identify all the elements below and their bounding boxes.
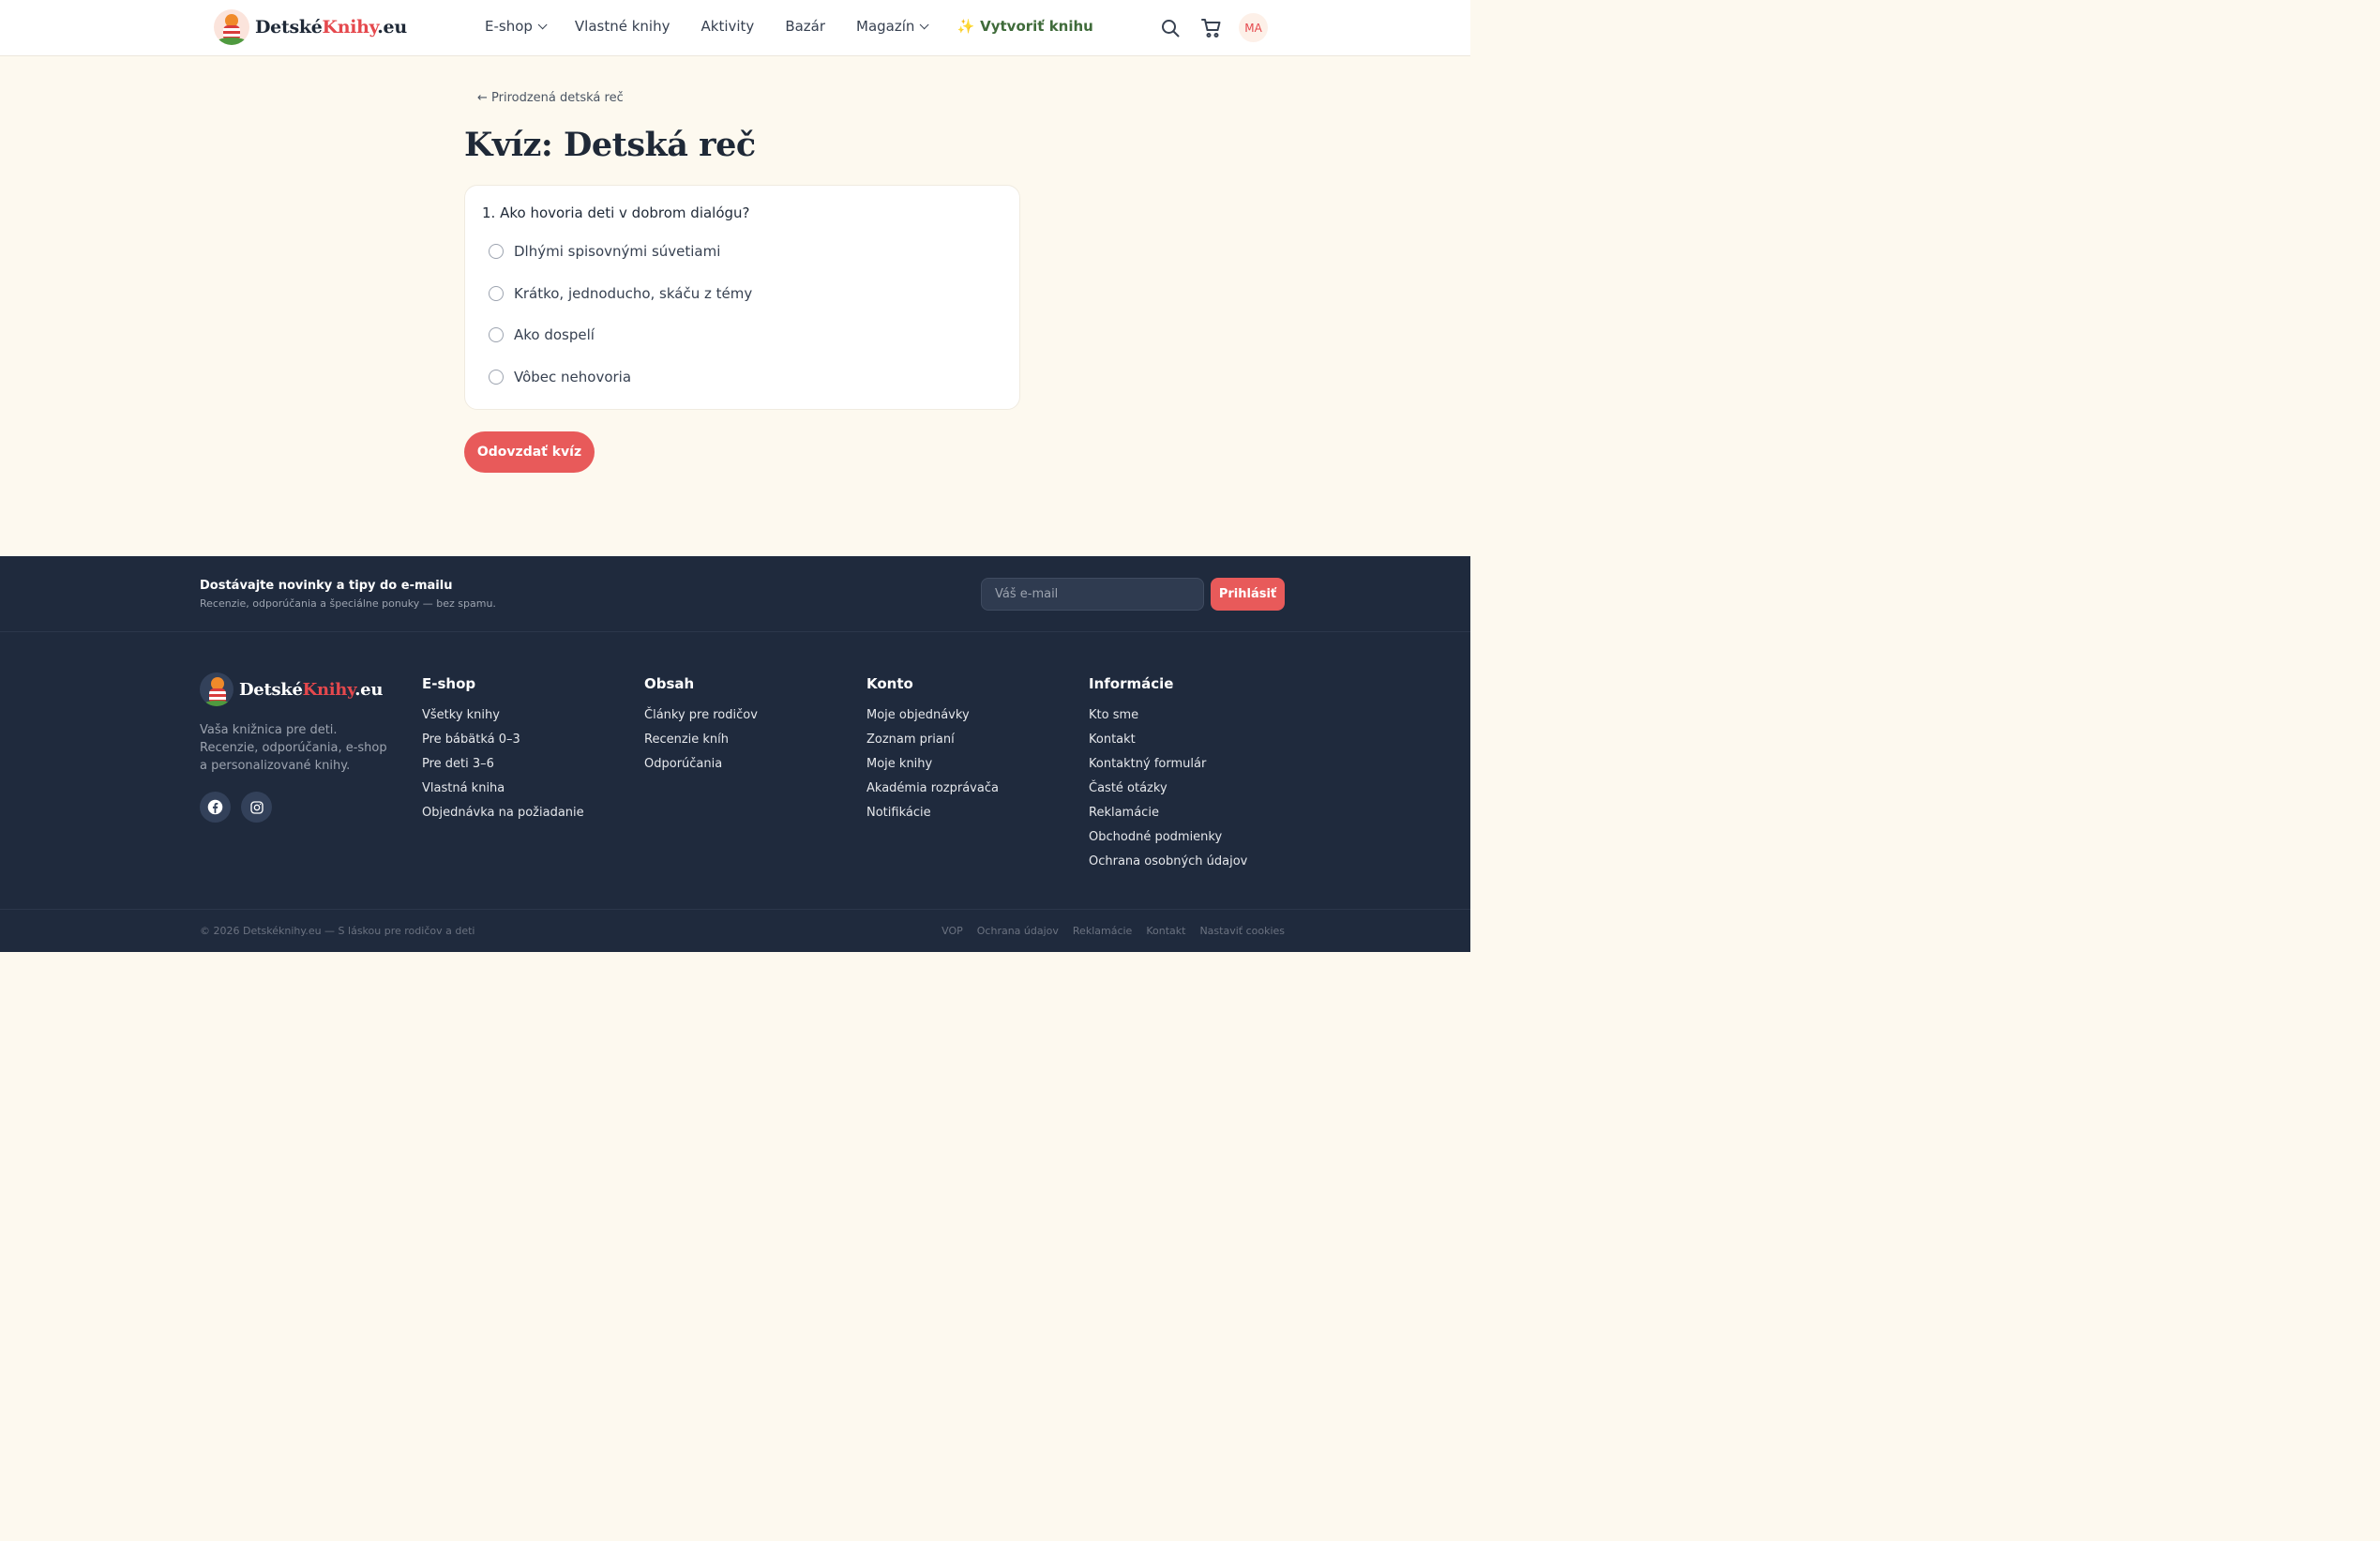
quiz-option-1[interactable]: Dlhými spisovnými súvetiami: [489, 243, 720, 260]
newsletter-subscribe-button[interactable]: Prihlásiť: [1211, 578, 1285, 611]
nav-item-vytvorit-knihu[interactable]: ✨ Vytvoriť knihu: [957, 18, 1092, 35]
quiz-question: 1. Ako hovoria deti v dobrom dialógu?: [482, 204, 750, 221]
footer-column-title: E-shop: [422, 675, 476, 692]
footer-link[interactable]: Reklamácie: [1089, 801, 1247, 825]
footer-link[interactable]: Recenzie kníh: [644, 728, 758, 752]
main-nav: E-shop Vlastné knihy Aktivity Bazár Maga…: [485, 18, 1124, 35]
footer-link[interactable]: Zoznam prianí: [866, 728, 999, 752]
footer-link[interactable]: Pre bábätká 0–3: [422, 728, 584, 752]
footer-link[interactable]: Obchodné podmienky: [1089, 825, 1247, 850]
footer-column-konto: Konto Moje objednávky Zoznam prianí Moje…: [866, 675, 999, 825]
search-icon[interactable]: [1159, 17, 1182, 39]
footer-link[interactable]: Časté otázky: [1089, 777, 1247, 801]
footer-link[interactable]: Odporúčania: [644, 752, 758, 777]
legal-link-kontakt[interactable]: Kontakt: [1146, 925, 1185, 937]
nav-item-eshop[interactable]: E-shop: [485, 18, 548, 35]
legal-link-cookies[interactable]: Nastaviť cookies: [1199, 925, 1285, 937]
footer-divider: [0, 909, 1470, 910]
site-header: DetskéKnihy.eu E-shop Vlastné knihy Akti…: [0, 0, 1470, 56]
footer-column-obsah: Obsah Články pre rodičov Recenzie kníh O…: [644, 675, 758, 777]
site-logo[interactable]: DetskéKnihy.eu: [214, 9, 407, 45]
footer-link[interactable]: Kto sme: [1089, 703, 1247, 728]
quiz-option-3[interactable]: Ako dospelí: [489, 326, 595, 343]
footer-link[interactable]: Ochrana osobných údajov: [1089, 850, 1247, 874]
site-footer: Dostávajte novinky a tipy do e-mailu Rec…: [0, 556, 1470, 952]
chevron-down-icon: [537, 19, 548, 29]
logo-text: DetskéKnihy.eu: [255, 17, 407, 38]
footer-divider: [0, 631, 1470, 632]
footer-column-eshop: E-shop Všetky knihy Pre bábätká 0–3 Pre …: [422, 675, 584, 825]
user-avatar[interactable]: MA: [1239, 13, 1268, 42]
footer-link[interactable]: Kontakt: [1089, 728, 1247, 752]
legal-link-ochrana-udajov[interactable]: Ochrana údajov: [977, 925, 1059, 937]
footer-link[interactable]: Moje objednávky: [866, 703, 999, 728]
footer-logo[interactable]: DetskéKnihy.eu: [200, 672, 383, 706]
footer-column-title: Konto: [866, 675, 913, 692]
quiz-option-4[interactable]: Vôbec nehovoria: [489, 369, 631, 385]
quiz-card: 1. Ako hovoria deti v dobrom dialógu? Dl…: [464, 185, 1020, 410]
radio-button[interactable]: [489, 244, 504, 259]
newsletter-title: Dostávajte novinky a tipy do e-mailu: [200, 579, 453, 593]
footer-link[interactable]: Notifikácie: [866, 801, 999, 825]
sparkles-icon: ✨: [957, 18, 975, 35]
radio-button[interactable]: [489, 286, 504, 301]
radio-button[interactable]: [489, 327, 504, 342]
legal-link-reklamacie[interactable]: Reklamácie: [1073, 925, 1132, 937]
nav-item-magazin[interactable]: Magazín: [856, 18, 930, 35]
footer-link[interactable]: Kontaktný formulár: [1089, 752, 1247, 777]
quiz-option-2[interactable]: Krátko, jednoducho, skáču z témy: [489, 285, 752, 302]
nav-item-bazar[interactable]: Bazár: [785, 18, 825, 35]
footer-column-informacie: Informácie Kto sme Kontakt Kontaktný for…: [1089, 675, 1247, 874]
footer-description: Vaša knižnica pre deti. Recenzie, odporú…: [200, 723, 387, 773]
facebook-icon[interactable]: [200, 792, 231, 823]
radio-button[interactable]: [489, 370, 504, 385]
footer-link[interactable]: Akadémia rozprávača: [866, 777, 999, 801]
chevron-down-icon: [920, 19, 930, 29]
submit-quiz-button[interactable]: Odovzdať kvíz: [464, 431, 595, 473]
legal-link-vop[interactable]: VOP: [941, 925, 963, 937]
footer-link[interactable]: Vlastná kniha: [422, 777, 584, 801]
legal-links: VOP Ochrana údajov Reklamácie Kontakt Na…: [927, 925, 1285, 937]
nav-item-aktivity[interactable]: Aktivity: [701, 18, 755, 35]
footer-link[interactable]: Moje knihy: [866, 752, 999, 777]
footer-link[interactable]: Objednávka na požiadanie: [422, 801, 584, 825]
footer-column-title: Obsah: [644, 675, 695, 692]
logo-mascot-icon: [200, 672, 233, 706]
logo-mascot-icon: [214, 9, 249, 45]
instagram-icon[interactable]: [241, 792, 272, 823]
copyright-text: © 2026 Detskéknihy.eu — S láskou pre rod…: [200, 925, 475, 937]
cart-icon[interactable]: [1200, 17, 1223, 39]
footer-logo-text: DetskéKnihy.eu: [239, 679, 384, 700]
nav-item-vlastne-knihy[interactable]: Vlastné knihy: [575, 18, 670, 35]
back-link[interactable]: ← Prirodzená detská reč: [477, 91, 624, 105]
newsletter-subtitle: Recenzie, odporúčania a špeciálne ponuky…: [200, 597, 496, 610]
footer-link[interactable]: Všetky knihy: [422, 703, 584, 728]
footer-column-title: Informácie: [1089, 675, 1174, 692]
footer-link[interactable]: Pre deti 3–6: [422, 752, 584, 777]
newsletter-email-input[interactable]: Váš e-mail: [981, 578, 1204, 611]
page-title: Kvíz: Detská reč: [464, 126, 756, 164]
footer-link[interactable]: Články pre rodičov: [644, 703, 758, 728]
